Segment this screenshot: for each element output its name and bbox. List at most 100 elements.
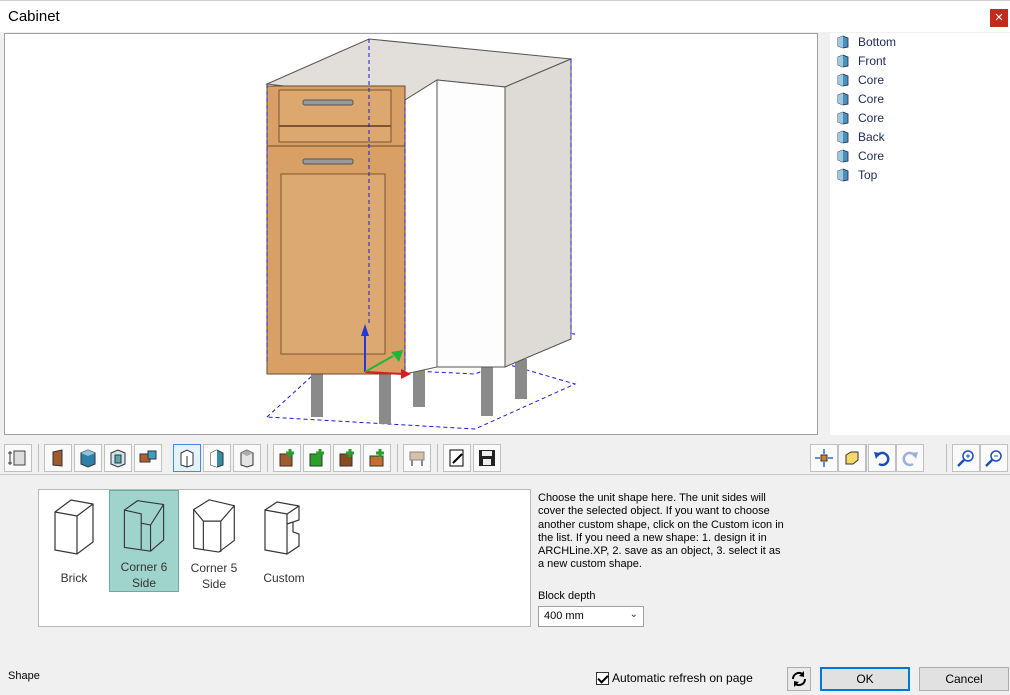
zoom-out-icon: [985, 450, 1002, 467]
auto-refresh-checkbox[interactable]: [596, 671, 609, 685]
tree-item-core[interactable]: Core: [836, 70, 884, 89]
shape-button[interactable]: [173, 444, 201, 472]
toolbar-separator: [946, 444, 947, 472]
panel-icon: [80, 449, 96, 468]
corner-5-side-shape-icon: [193, 499, 235, 553]
tree-item-label: Back: [858, 129, 885, 144]
block-depth-select[interactable]: 400 mm ⌄: [538, 606, 644, 627]
add-part-button[interactable]: [273, 444, 301, 472]
corner-6-side-shape-icon: [123, 500, 165, 552]
3d-viewport[interactable]: [4, 33, 818, 435]
redo-button[interactable]: [896, 444, 924, 472]
toolbar-separator: [397, 444, 398, 472]
tree-item-label: Front: [858, 53, 887, 68]
add-accessory-button[interactable]: [363, 444, 391, 472]
shape-item-custom[interactable]: Custom: [249, 490, 319, 592]
shape-label: Brick: [60, 571, 88, 585]
add-shelf-button[interactable]: [333, 444, 361, 472]
undo-button[interactable]: [868, 444, 896, 472]
auto-refresh-label: Automatic refresh on page: [612, 671, 753, 685]
legs-icon: [409, 451, 425, 466]
shape-item-corner-6-side[interactable]: Corner 6 Side: [109, 490, 179, 592]
move-icon: [815, 449, 833, 467]
handle-button[interactable]: [134, 444, 162, 472]
ok-button[interactable]: OK: [820, 667, 910, 691]
component-tree: Bottom Front Core Core Core Back Core To…: [830, 33, 1010, 435]
zoom-in-icon: [957, 450, 974, 467]
dimensions-button[interactable]: [4, 444, 32, 472]
add-shelf-icon: [339, 449, 354, 467]
tree-item-label: Top: [858, 167, 878, 182]
tree-item-label: Core: [858, 110, 885, 125]
tree-item-front[interactable]: Front: [836, 51, 886, 70]
shelf-button[interactable]: [104, 444, 132, 472]
save-icon: [479, 450, 495, 466]
block-depth-label: Block depth: [538, 590, 596, 602]
cabinet-3d-render: [265, 38, 577, 430]
undo-icon: [874, 451, 890, 467]
add-drawer-button[interactable]: [303, 444, 331, 472]
panel-icon: [837, 35, 849, 48]
title-bar: Cabinet ✕: [0, 0, 1010, 32]
dimensions-icon: [8, 450, 26, 466]
tree-item-bottom[interactable]: Bottom: [836, 32, 896, 51]
shelf-icon: [110, 449, 126, 468]
tree-item-label: Bottom: [858, 34, 897, 49]
toolbar: [0, 441, 1010, 475]
panel-icon: [837, 73, 849, 86]
shape-label: Corner 5 Side: [190, 561, 238, 591]
toolbar-separator: [38, 444, 39, 472]
panel-icon: [837, 54, 849, 67]
zoom-out-button[interactable]: [980, 444, 1008, 472]
door-button[interactable]: [44, 444, 72, 472]
refresh-button[interactable]: [787, 667, 811, 691]
tree-item-back[interactable]: Back: [836, 127, 885, 146]
auto-refresh-option[interactable]: Automatic refresh on page: [596, 671, 753, 685]
tree-item-core[interactable]: Core: [836, 146, 884, 165]
tree-item-label: Core: [858, 91, 885, 106]
tree-item-core[interactable]: Core: [836, 108, 884, 127]
save-button[interactable]: [473, 444, 501, 472]
custom-shape-icon: [264, 501, 300, 555]
brick-shape-icon: [54, 499, 94, 555]
add-accessory-icon: [369, 449, 384, 467]
door-icon: [52, 449, 63, 467]
close-icon: ✕: [994, 11, 1004, 24]
panel-button[interactable]: [74, 444, 102, 472]
shape-label: Custom: [263, 571, 305, 585]
tree-item-core[interactable]: Core: [836, 89, 884, 108]
edit-icon: [449, 449, 464, 467]
move-button[interactable]: [810, 444, 838, 472]
toolbar-separator: [267, 444, 268, 472]
cancel-button[interactable]: Cancel: [919, 667, 1009, 691]
tree-item-label: Core: [858, 72, 885, 87]
edge-button[interactable]: [233, 444, 261, 472]
zoom-in-button[interactable]: [952, 444, 980, 472]
panel-icon: [837, 168, 849, 181]
tree-item-top[interactable]: Top: [836, 165, 877, 184]
chevron-down-icon: ⌄: [629, 609, 638, 620]
redo-icon: [902, 451, 918, 467]
shape-item-corner-5-side[interactable]: Corner 5 Side: [179, 490, 249, 592]
material-button[interactable]: [203, 444, 231, 472]
panel-icon: [837, 130, 849, 143]
shape-description: Choose the unit shape here. The unit sid…: [538, 492, 784, 571]
legs-button[interactable]: [403, 444, 431, 472]
refresh-icon: [791, 671, 807, 687]
shape-icon: [180, 449, 194, 468]
window-title: Cabinet: [8, 8, 60, 25]
status-label: Shape: [8, 670, 40, 682]
box-view-button[interactable]: [838, 444, 866, 472]
close-button[interactable]: ✕: [990, 9, 1008, 27]
add-drawer-icon: [309, 449, 324, 467]
edit-button[interactable]: [443, 444, 471, 472]
panel-icon: [837, 149, 849, 162]
block-depth-value: 400 mm: [544, 610, 584, 622]
handle-icon: [139, 450, 157, 463]
add-part-icon: [279, 449, 294, 467]
material-icon: [210, 449, 224, 468]
shape-item-brick[interactable]: Brick: [39, 490, 109, 592]
box-view-icon: [845, 451, 859, 465]
shape-list: Brick Corner 6 Side Corner 5 Side Custom: [38, 489, 531, 627]
tree-item-label: Core: [858, 148, 885, 163]
